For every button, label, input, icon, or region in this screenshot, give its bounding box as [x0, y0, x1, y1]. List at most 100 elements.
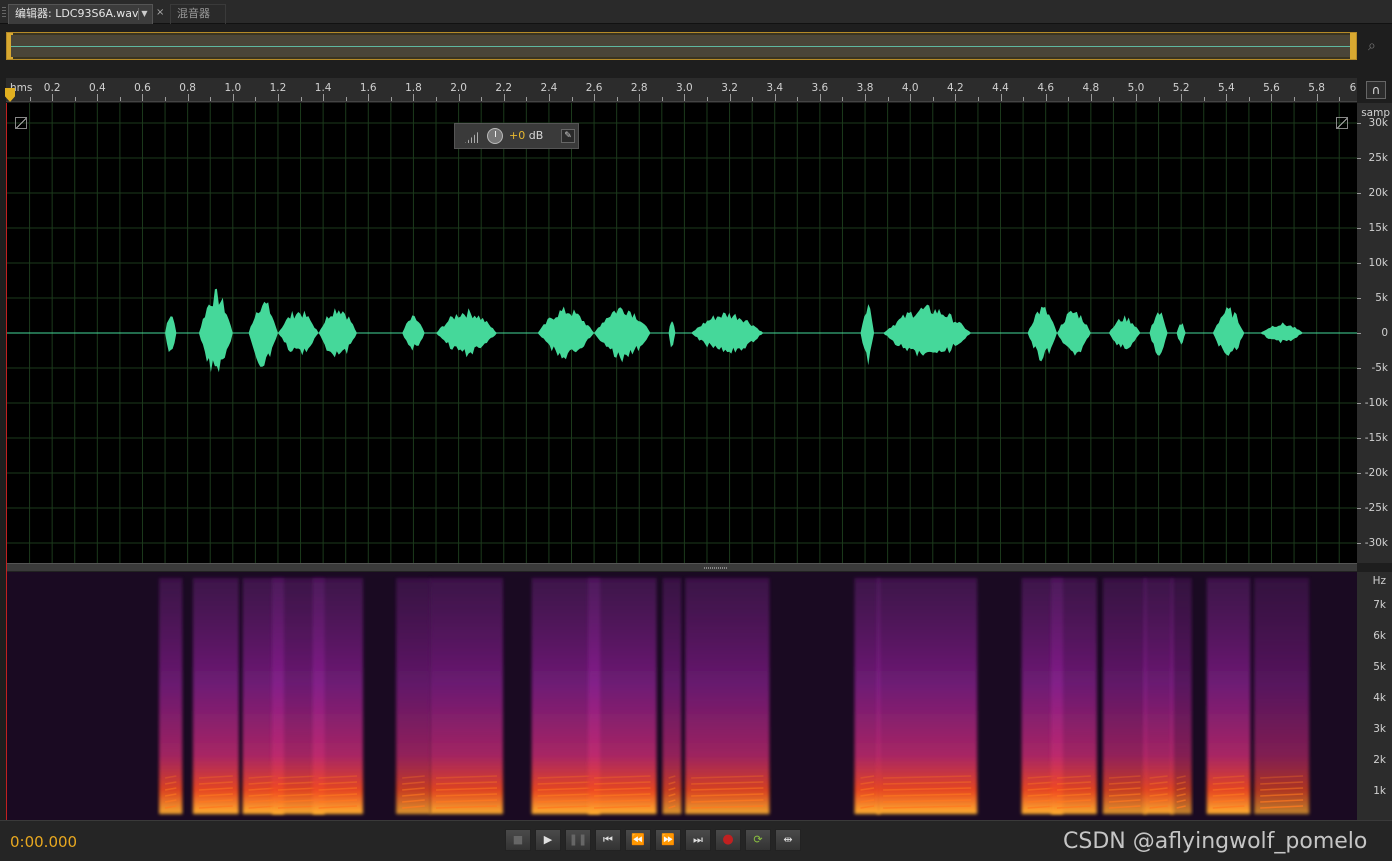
ruler-tick	[413, 94, 415, 101]
zoom-corner-left-icon[interactable]	[15, 117, 27, 129]
ruler-tick	[74, 97, 76, 101]
ruler-tick	[1158, 97, 1160, 101]
ruler-tick	[977, 97, 979, 101]
waveform-display[interactable]	[6, 103, 1357, 563]
spectrogram-segment	[854, 578, 881, 814]
fast-forward-button[interactable]: ⏩	[655, 829, 681, 851]
ruler-tick	[1136, 94, 1137, 101]
tab-editor[interactable]: 编辑器: LDC93S6A.wav ▼	[8, 4, 153, 24]
spectrogram-segment	[662, 578, 682, 814]
close-icon[interactable]: ×	[156, 7, 164, 18]
frequency-label: 3k	[1373, 723, 1386, 735]
amplitude-tick	[1357, 473, 1361, 474]
headphone-icon[interactable]: ∩	[1366, 81, 1386, 99]
waveform-segment	[1057, 310, 1091, 356]
ruler-tick	[955, 94, 957, 101]
frequency-label: 1k	[1373, 785, 1386, 797]
current-time-display[interactable]: 0:00.000	[10, 833, 77, 851]
volume-meter-icon	[465, 131, 479, 143]
ruler-tick	[819, 94, 821, 101]
amplitude-label: 25k	[1368, 152, 1388, 164]
amplitude-label: -10k	[1364, 397, 1388, 409]
ruler-tick	[752, 97, 754, 101]
divider-grip-icon[interactable]	[704, 567, 728, 569]
playhead-marker-icon[interactable]	[5, 88, 15, 102]
zoom-corner-right-icon[interactable]	[1336, 117, 1348, 129]
ruler-tick	[616, 97, 618, 101]
amplitude-tick	[1357, 333, 1361, 334]
ruler-tick	[165, 97, 167, 101]
play-button[interactable]: ▶	[535, 829, 561, 851]
amplitude-label: -5k	[1371, 362, 1388, 374]
waveform-segment	[436, 308, 497, 358]
go-to-start-button[interactable]: ⏮	[595, 829, 621, 851]
ruler-tick	[97, 94, 99, 101]
ruler-tick-label: 2.4	[540, 82, 558, 94]
ruler-tick-label: 3.4	[766, 82, 784, 94]
chevron-down-icon[interactable]: ▼	[138, 8, 150, 20]
stop-button[interactable]: ■	[505, 829, 531, 851]
magnifier-icon[interactable]: ⌕	[1368, 38, 1376, 54]
ruler-tick	[210, 97, 212, 101]
overview-navigator[interactable]	[6, 32, 1357, 60]
record-button[interactable]: ●	[715, 829, 741, 851]
amplitude-label: -30k	[1364, 537, 1388, 549]
frequency-scale: Hz 7k 6k 5k 4k 3k 2k 1k	[1357, 572, 1392, 820]
pause-button[interactable]: ❚❚	[565, 829, 591, 851]
playhead-line[interactable]	[6, 103, 7, 820]
waveform-segment	[668, 321, 676, 348]
spectrogram-segment	[877, 578, 978, 814]
go-to-end-button[interactable]: ⏭	[685, 829, 711, 851]
amplitude-label: -15k	[1364, 432, 1388, 444]
ruler-tick	[797, 97, 799, 101]
ruler-tick-label: 1.8	[405, 82, 422, 94]
tab-mixer[interactable]: 混音器	[170, 4, 226, 24]
panel-divider[interactable]	[6, 563, 1357, 572]
ruler-tick	[1181, 94, 1183, 101]
ruler-tick-label: 3.6	[811, 82, 829, 94]
volume-knob[interactable]	[487, 128, 503, 144]
pin-icon[interactable]: ✎	[561, 129, 575, 143]
waveform-segment	[1212, 307, 1245, 356]
frequency-label: 2k	[1373, 754, 1386, 766]
amplitude-label: 5k	[1375, 292, 1388, 304]
ruler-tick	[458, 94, 460, 101]
ruler-tick-label: 2.8	[630, 82, 648, 94]
amplitude-tick	[1357, 263, 1361, 264]
amplitude-label: 30k	[1368, 117, 1388, 129]
ruler-tick	[661, 97, 663, 101]
time-ruler[interactable]: hms 0.2 0.4 0.6 0.8 1.0 1.2 1.4 1.6 1.8 2.0 2.2 2.4…	[5, 78, 1357, 102]
ruler-tick	[842, 97, 844, 101]
rewind-button[interactable]: ⏪	[625, 829, 651, 851]
waveform-svg	[6, 103, 1357, 563]
spectral-display[interactable]	[6, 572, 1357, 820]
ruler-tick-label: 0.2	[43, 82, 61, 94]
ruler-tick	[1294, 97, 1296, 101]
volume-hud: +0 dB ✎	[454, 123, 579, 149]
loop-button[interactable]: ⟳	[745, 829, 771, 851]
ruler-tick-label: 2.6	[585, 82, 603, 94]
skip-selection-button[interactable]: ⇹	[775, 829, 801, 851]
ruler-tick	[436, 97, 438, 101]
amplitude-tick	[1357, 508, 1361, 509]
waveform-segment	[1027, 306, 1057, 362]
waveform-segment	[1176, 323, 1186, 345]
panel-grip-icon[interactable]	[2, 7, 6, 19]
ruler-tick-label: 4.2	[947, 82, 964, 94]
waveform-segment	[1149, 312, 1168, 356]
waveform-segment	[1260, 322, 1304, 344]
ruler-tick-label: 4.4	[992, 82, 1009, 94]
frequency-label: 4k	[1373, 692, 1386, 704]
overview-right-handle[interactable]	[1350, 33, 1356, 59]
tab-editor-label: 编辑器: LDC93S6A.wav	[15, 7, 139, 20]
ruler-tick	[1203, 97, 1205, 101]
ruler-tick	[639, 94, 641, 101]
ruler-tick	[865, 94, 867, 101]
ruler-tick	[548, 94, 550, 101]
ruler-tick	[774, 94, 776, 101]
tab-mixer-label: 混音器	[177, 7, 210, 20]
ruler-tick-label: 0.4	[88, 82, 106, 94]
ruler-tick	[345, 97, 347, 101]
ruler-tick	[142, 94, 144, 101]
ruler-tick-label: 4.8	[1082, 82, 1100, 94]
